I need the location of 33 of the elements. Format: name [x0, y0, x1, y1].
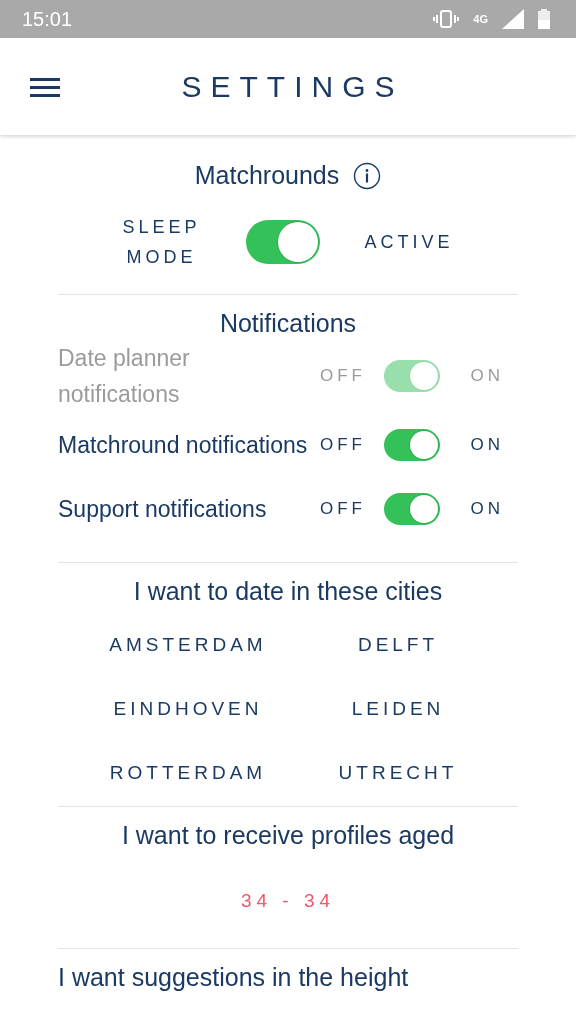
menu-icon[interactable]	[30, 76, 60, 97]
page-title: SETTINGS	[180, 69, 404, 104]
battery-icon	[538, 9, 550, 29]
notification-toggle[interactable]	[384, 493, 440, 525]
info-icon[interactable]	[353, 161, 382, 190]
notification-label: Support notifications	[58, 495, 268, 524]
section-title: I want suggestions in the height	[58, 963, 410, 992]
off-label: OFF	[320, 499, 367, 519]
section-title: Matchrounds	[194, 161, 340, 190]
off-label: OFF	[320, 435, 367, 455]
notification-label: Date planner notifications	[58, 344, 191, 409]
city-option[interactable]: ROTTERDAM	[109, 762, 267, 784]
on-label: ON	[469, 435, 504, 455]
city-option[interactable]: DELFT	[357, 634, 439, 656]
sleep-mode-label: SLEEP MODE	[122, 216, 201, 269]
notification-toggle[interactable]	[384, 429, 440, 461]
vibrate-icon	[433, 10, 460, 28]
mode-toggle[interactable]	[245, 220, 320, 264]
status-time: 15:01	[22, 7, 73, 31]
city-option[interactable]: EINDHOVEN	[113, 698, 263, 720]
on-label: ON	[469, 499, 504, 519]
on-label: ON	[469, 366, 504, 386]
section-title: Notifications	[219, 309, 357, 338]
city-option[interactable]: LEIDEN	[351, 698, 445, 720]
signal-icon	[502, 9, 524, 29]
city-option[interactable]: UTRECHT	[338, 762, 458, 784]
section-title: I want to receive profiles aged	[121, 821, 455, 850]
off-label: OFF	[320, 366, 367, 386]
active-label: ACTIVE	[364, 231, 454, 253]
section-title: I want to date in these cities	[133, 577, 443, 606]
notification-label: Matchround notifications	[58, 431, 309, 460]
city-option[interactable]: AMSTERDAM	[109, 634, 267, 656]
network-type: 4G	[473, 13, 488, 25]
